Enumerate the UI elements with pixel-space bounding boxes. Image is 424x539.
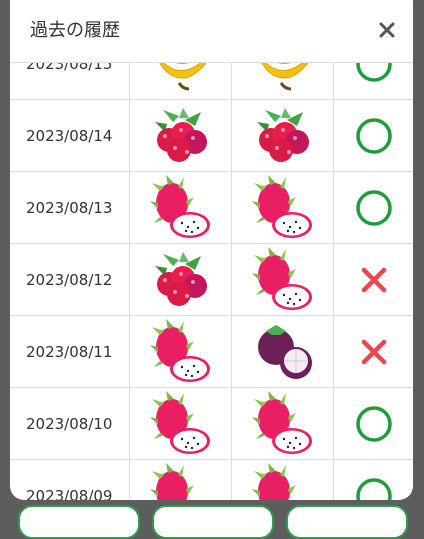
date-cell: 2023/08/09	[10, 460, 130, 500]
close-button[interactable]	[375, 18, 399, 42]
dragonfruit-icon	[232, 244, 334, 316]
dragonfruit-icon	[232, 460, 334, 500]
date-cell: 2023/08/12	[10, 244, 130, 316]
dragonfruit-icon	[232, 172, 334, 244]
mangosteen-icon	[232, 316, 334, 388]
correct-circle-icon	[334, 100, 413, 172]
table-row: 2023/08/14	[10, 100, 413, 172]
correct-circle-icon	[334, 460, 413, 500]
table-row: 2023/08/09	[10, 460, 413, 500]
background-button-2[interactable]	[152, 505, 274, 539]
table-row: 2023/08/10	[10, 388, 413, 460]
correct-circle-icon	[334, 388, 413, 460]
dragonfruit-icon	[130, 172, 232, 244]
history-modal: 過去の履歴 2023/08/15 2023/08/14 2023/08/13 2…	[10, 0, 413, 500]
raspberry-icon	[232, 100, 334, 172]
dragonfruit-icon	[130, 388, 232, 460]
date-cell: 2023/08/10	[10, 388, 130, 460]
dragonfruit-icon	[232, 388, 334, 460]
wrong-cross-icon	[334, 316, 413, 388]
correct-circle-icon	[334, 172, 413, 244]
table-row: 2023/08/13	[10, 172, 413, 244]
raspberry-icon	[130, 244, 232, 316]
raspberry-icon	[130, 100, 232, 172]
wrong-cross-icon	[334, 244, 413, 316]
date-cell: 2023/08/14	[10, 100, 130, 172]
background-button-1[interactable]	[18, 505, 140, 539]
table-row: 2023/08/11	[10, 316, 413, 388]
modal-header: 過去の履歴	[10, 0, 413, 63]
close-icon	[378, 21, 396, 39]
background-button-3[interactable]	[286, 505, 408, 539]
dragonfruit-icon	[130, 316, 232, 388]
dragonfruit-icon	[130, 460, 232, 500]
date-cell: 2023/08/11	[10, 316, 130, 388]
date-cell: 2023/08/13	[10, 172, 130, 244]
modal-title: 過去の履歴	[30, 20, 120, 41]
table-row: 2023/08/12	[10, 244, 413, 316]
